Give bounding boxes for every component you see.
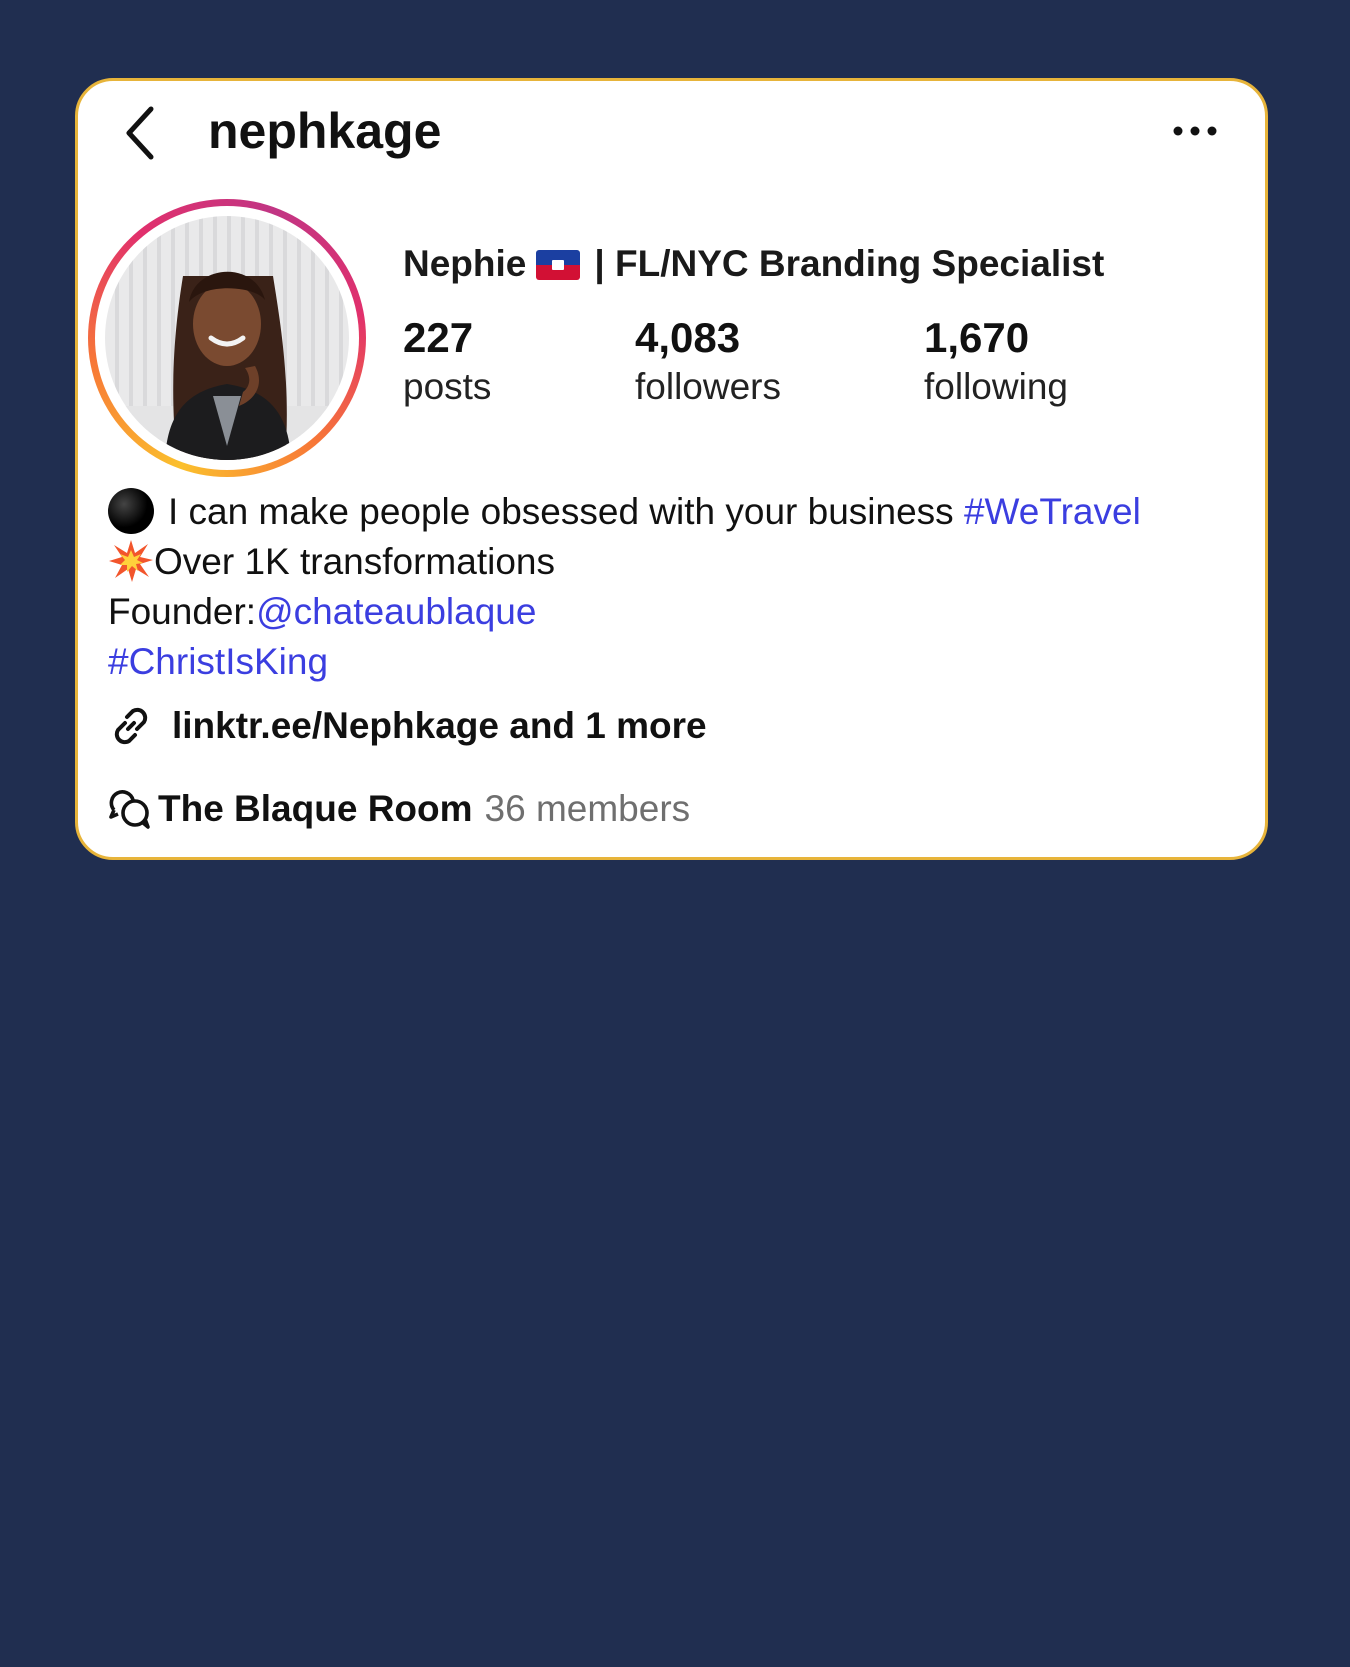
following-label: following [924,366,1068,407]
display-name: Nephie | FL/NYC Branding Specialist [403,239,1104,289]
chat-bubbles-icon [109,790,150,829]
bio-line-1: I can make people obsessed with your bus… [108,487,1248,537]
stat-followers[interactable]: 4,083 followers [635,313,781,411]
bio: I can make people obsessed with your bus… [108,487,1248,687]
display-name-first: Nephie [403,243,527,284]
haiti-flag-icon [536,250,581,280]
broadcast-channel[interactable]: The Blaque Room 36 members [108,783,690,835]
back-button[interactable] [118,101,162,165]
display-name-title: | FL/NYC Branding Specialist [594,243,1105,284]
link-text: linktr.ee/Nephkage and 1 more [172,705,707,746]
profile-card: nephkage Nephie | FL/NYC Branding Specia… [75,78,1268,860]
profile-header: nephkage [78,81,1265,181]
founder-label: Founder: [108,591,257,632]
more-options-button[interactable] [1165,111,1225,151]
hashtag-christisking[interactable]: #ChristIsKing [108,641,328,682]
username: nephkage [208,103,442,159]
channel-name: The Blaque Room [158,788,473,829]
mention-chateaublaque[interactable]: @chateaublaque [256,591,536,632]
following-count: 1,670 [924,314,1030,361]
hashtag-wetravel[interactable]: #WeTravel [964,491,1141,532]
bio-line-4: #ChristIsKing [108,637,1248,687]
stat-following[interactable]: 1,670 following [924,313,1068,411]
chevron-left-icon [126,106,154,160]
bio-line-1-text: I can make people obsessed with your bus… [168,491,964,532]
bio-line-2: Over 1K transformations [108,537,1248,587]
posts-label: posts [403,366,492,407]
collision-icon [109,540,153,582]
black-circle-icon [108,488,154,534]
channel-member-count: 36 members [484,788,691,829]
avatar [105,216,349,460]
posts-count: 227 [403,314,474,361]
more-horizontal-icon [1173,126,1217,136]
followers-label: followers [635,366,781,407]
profile-link[interactable]: linktr.ee/Nephkage and 1 more [108,698,707,754]
stat-posts[interactable]: 227 posts [403,313,491,411]
link-icon [114,707,148,745]
bio-line-3: Founder:@chateaublaque [108,587,1248,637]
bio-line-2-text: Over 1K transformations [154,541,555,582]
followers-count: 4,083 [635,314,741,361]
avatar-story-ring[interactable] [88,199,366,477]
